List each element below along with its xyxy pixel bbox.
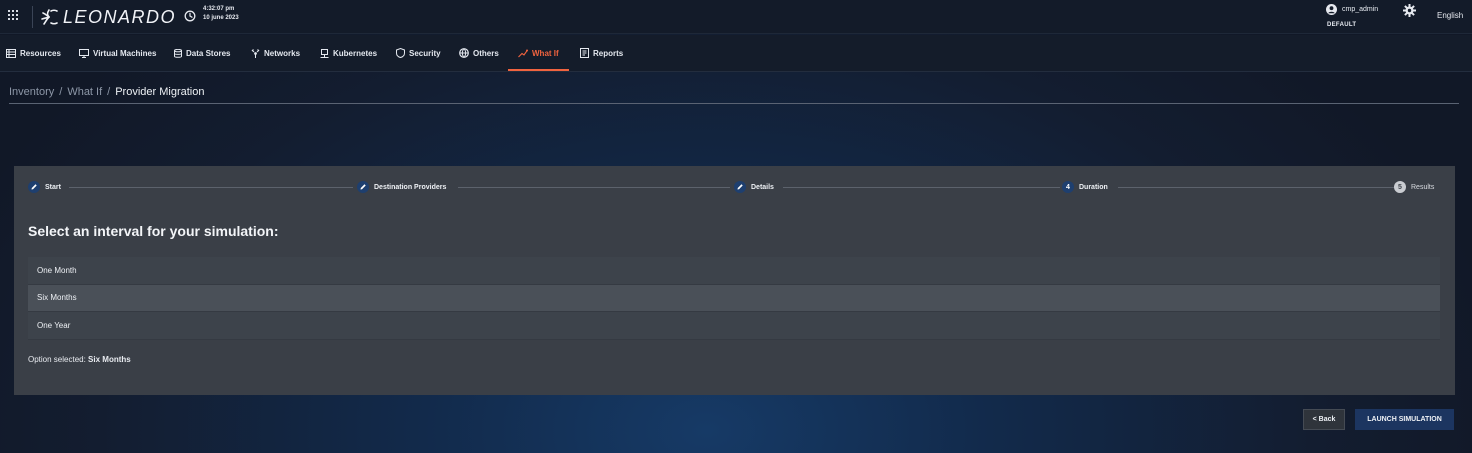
selected-value: Six Months xyxy=(88,355,131,364)
nav-item-virtual-machines[interactable]: Virtual Machines xyxy=(79,35,156,71)
network-icon xyxy=(251,48,260,58)
leonardo-logo-icon xyxy=(41,9,58,25)
selected-option-summary: Option selected: Six Months xyxy=(28,355,131,364)
step-label: Duration xyxy=(1079,183,1108,191)
user-menu[interactable]: cmp_admin DEFAULT xyxy=(1326,4,1378,28)
language-selector[interactable]: English xyxy=(1437,11,1463,20)
header-divider xyxy=(32,6,33,28)
interval-prompt: Select an interval for your simulation: xyxy=(28,223,279,239)
option-label: Six Months xyxy=(37,293,77,303)
step-details[interactable]: Details xyxy=(734,180,774,194)
header-datetime: 4:32:07 pm 10 june 2023 xyxy=(203,5,239,23)
option-six-months[interactable]: Six Months xyxy=(28,284,1440,312)
current-date: 10 june 2023 xyxy=(203,15,239,21)
nav-item-label: Security xyxy=(409,48,441,58)
step-label: Results xyxy=(1411,183,1435,191)
nav-item-label: Others xyxy=(473,48,499,58)
user-avatar-icon xyxy=(1326,4,1337,15)
step-destination-providers[interactable]: Destination Providers xyxy=(357,180,446,194)
option-one-year[interactable]: One Year xyxy=(28,312,1440,340)
monitor-icon xyxy=(79,48,89,58)
step-label: Start xyxy=(45,183,61,191)
step-connector xyxy=(69,187,353,188)
current-time: 4:32:07 pm xyxy=(203,6,235,12)
nav-item-label: What If xyxy=(532,48,559,58)
selected-prefix: Option selected: xyxy=(28,355,86,364)
clock-icon xyxy=(184,10,196,22)
nav-item-label: Networks xyxy=(264,48,301,58)
kubernetes-icon xyxy=(320,48,329,58)
what-if-icon xyxy=(518,49,528,57)
step-results: 5 Results xyxy=(1394,180,1434,194)
nav-item-kubernetes[interactable]: Kubernetes xyxy=(320,35,377,71)
step-number: 5 xyxy=(1394,181,1406,193)
top-header: LEONARDO 4:32:07 pm 10 june 2023 cmp_adm… xyxy=(0,0,1472,34)
option-label: One Month xyxy=(37,265,77,275)
username: cmp_admin xyxy=(1342,6,1379,13)
pencil-icon xyxy=(734,181,746,193)
breadcrumb-current: Provider Migration xyxy=(115,86,205,98)
nav-item-reports[interactable]: Reports xyxy=(580,35,623,71)
breadcrumb-divider xyxy=(9,103,1459,104)
step-label: Destination Providers xyxy=(374,183,447,191)
step-number: 4 xyxy=(1062,181,1074,193)
gear-icon[interactable] xyxy=(1403,4,1416,17)
nav-item-label: Resources xyxy=(20,48,61,58)
tenant-label: DEFAULT xyxy=(1327,22,1357,28)
nav-item-resources[interactable]: Resources xyxy=(6,35,61,71)
launch-simulation-button[interactable]: LAUNCH SIMULATION xyxy=(1355,409,1454,430)
apps-grid-icon[interactable] xyxy=(8,10,18,20)
leonardo-logo[interactable]: LEONARDO xyxy=(39,6,176,28)
wizard-card: Start Destination Providers Details 4 Du… xyxy=(14,166,1455,395)
interval-options-list: One Month Six Months One Year xyxy=(28,257,1440,340)
step-start[interactable]: Start xyxy=(28,180,61,194)
option-one-month[interactable]: One Month xyxy=(28,257,1440,285)
breadcrumb-inventory[interactable]: Inventory xyxy=(9,86,54,98)
globe-icon xyxy=(459,48,469,58)
step-duration[interactable]: 4 Duration xyxy=(1062,180,1108,194)
pencil-icon xyxy=(357,181,369,193)
nav-item-data-stores[interactable]: Data Stores xyxy=(174,35,230,71)
nav-item-networks[interactable]: Networks xyxy=(251,35,300,71)
report-icon xyxy=(580,48,589,58)
server-icon xyxy=(6,48,16,58)
step-connector xyxy=(783,187,1060,188)
option-label: One Year xyxy=(37,320,71,330)
nav-item-others[interactable]: Others xyxy=(459,35,499,71)
nav-item-label: Virtual Machines xyxy=(93,48,157,58)
breadcrumb-what-if[interactable]: What If xyxy=(67,86,102,98)
nav-item-label: Data Stores xyxy=(186,48,231,58)
main-nav: Resources Virtual Machines Data Stores N… xyxy=(0,35,1472,72)
pencil-icon xyxy=(28,181,40,193)
nav-item-what-if[interactable]: What If xyxy=(508,35,569,71)
breadcrumb-separator: / xyxy=(59,86,63,98)
nav-item-security[interactable]: Security xyxy=(396,35,441,71)
shield-icon xyxy=(396,48,405,58)
database-icon xyxy=(174,48,182,58)
back-button[interactable]: < Back xyxy=(1303,409,1345,430)
step-connector xyxy=(458,187,730,188)
step-connector xyxy=(1118,187,1394,188)
nav-item-label: Reports xyxy=(593,48,624,58)
step-label: Details xyxy=(751,183,774,191)
nav-item-label: Kubernetes xyxy=(333,48,378,58)
breadcrumb-separator: / xyxy=(107,86,111,98)
logo-text: LEONARDO xyxy=(63,6,177,27)
breadcrumb: Inventory / What If / Provider Migration xyxy=(9,86,204,98)
